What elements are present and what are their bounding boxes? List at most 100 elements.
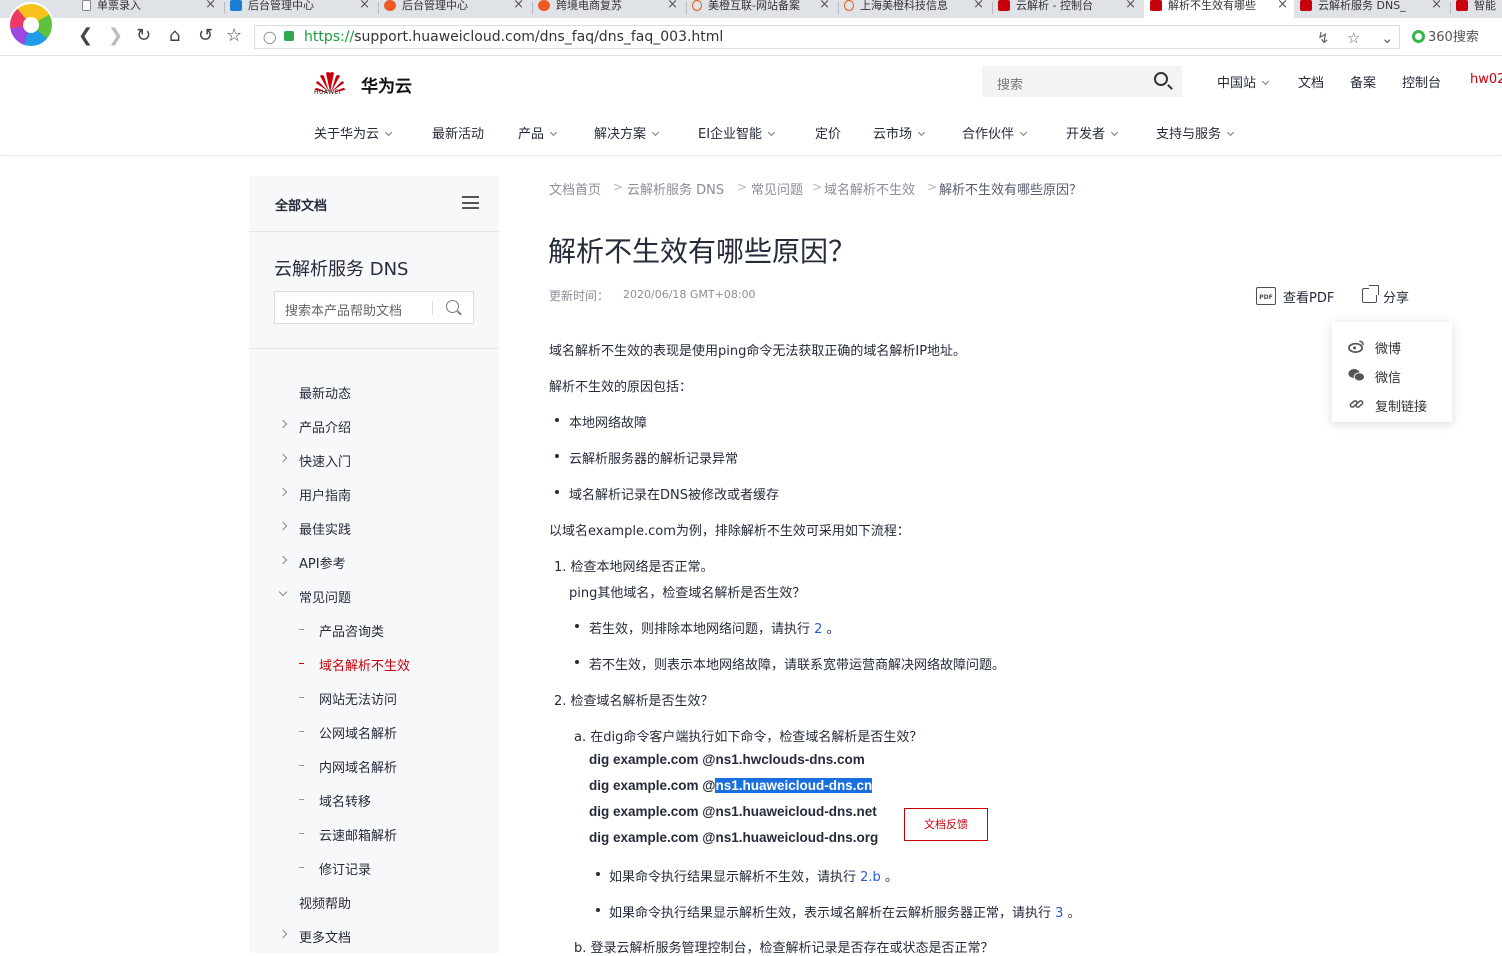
docs-link[interactable]: 文档 — [1298, 72, 1324, 91]
all-docs-label[interactable]: 全部文档 — [275, 195, 327, 214]
browser-tab[interactable]: 美橙互联-网站备案 × — [692, 0, 836, 18]
browser-tab-active[interactable]: 解析不生效有哪些 × — [1144, 0, 1294, 18]
nav-support[interactable]: 支持与服务 — [1156, 123, 1235, 142]
browser-tab-bar: 单票录入 × 后台管理中心 × 后台管理中心 × 跨境电商复苏 × 美橙互联-网站备案 ×… — [0, 0, 1502, 18]
chevron-down-icon[interactable]: ⌄ — [1381, 29, 1394, 47]
menu-icon[interactable] — [462, 196, 479, 209]
undo-close-button[interactable]: ↺ — [198, 26, 213, 46]
sidebar-item-faq[interactable]: 常见问题 — [299, 587, 351, 606]
search-engine-button[interactable]: 360搜索 — [1412, 26, 1479, 45]
browser-tab[interactable]: 云解析 - 控制台 × — [998, 0, 1142, 18]
close-icon[interactable]: × — [359, 0, 370, 11]
nav-solutions[interactable]: 解决方案 — [594, 123, 660, 142]
brand-name[interactable]: 华为云 — [361, 72, 412, 97]
forward-button[interactable]: ❯ — [108, 26, 123, 46]
sidebar-item-quickstart[interactable]: 快速入门 — [299, 451, 351, 470]
nav-products[interactable]: 产品 — [518, 123, 558, 142]
pdf-icon[interactable]: PDF — [1256, 287, 1276, 305]
browser-tab[interactable]: 云解析服务 DNS_ × — [1300, 0, 1448, 18]
view-pdf-button[interactable]: 查看PDF — [1283, 287, 1334, 306]
share-wechat[interactable]: 微信 — [1332, 363, 1452, 387]
close-icon[interactable]: × — [819, 0, 830, 11]
sidebar-item-user-guide[interactable]: 用户指南 — [299, 485, 351, 504]
sidebar-item-api[interactable]: API参考 — [299, 553, 346, 572]
back-button[interactable]: ❮ — [78, 26, 93, 46]
console-link[interactable]: 控制台 — [1402, 72, 1441, 91]
site-search-input[interactable]: 搜索 — [982, 66, 1182, 97]
step-link[interactable]: 2 — [814, 622, 822, 637]
breadcrumb-product[interactable]: 云解析服务 DNS — [627, 179, 724, 198]
filing-link[interactable]: 备案 — [1350, 72, 1376, 91]
site-favicon-icon — [230, 0, 242, 11]
nav-partners[interactable]: 合作伙伴 — [962, 123, 1028, 142]
selected-text: ns1.huaweicloud-dns.cn — [715, 778, 873, 793]
close-icon[interactable]: × — [513, 0, 524, 11]
huawei-favicon-icon — [1456, 0, 1468, 11]
region-selector[interactable]: 中国站 — [1217, 72, 1270, 91]
sidebar-item-intro[interactable]: 产品介绍 — [299, 417, 351, 436]
intro-paragraph: 域名解析不生效的表现是使用ping命令无法获取正确的域名解析IP地址。 — [549, 344, 967, 359]
breadcrumb-faq[interactable]: 常见问题 — [751, 179, 803, 198]
home-button[interactable]: ⌂ — [169, 26, 180, 46]
reasons-heading: 解析不生效的原因包括： — [549, 380, 693, 395]
search-icon[interactable] — [1154, 72, 1168, 86]
chevron-down-icon[interactable] — [278, 587, 288, 597]
step-link[interactable]: 2.b — [860, 870, 881, 885]
browser-tab[interactable]: 后台管理中心 × — [384, 0, 530, 18]
sidebar-subitem[interactable]: 域名转移 — [319, 791, 371, 810]
nav-pricing[interactable]: 定价 — [815, 123, 841, 142]
user-account-link[interactable]: hw02 — [1470, 72, 1502, 87]
sidebar-item-videos[interactable]: 视频帮助 — [299, 893, 351, 912]
sidebar-item-best-practice[interactable]: 最佳实践 — [299, 519, 351, 538]
browser-tab[interactable]: 上海美橙科技信息 × — [844, 0, 990, 18]
browser-tab[interactable]: 后台管理中心 × — [230, 0, 376, 18]
nav-marketplace[interactable]: 云市场 — [873, 123, 926, 142]
chevron-right-icon[interactable] — [278, 555, 288, 565]
sidebar-item-updates[interactable]: 最新动态 — [299, 383, 351, 402]
chevron-right-icon[interactable] — [278, 929, 288, 939]
breadcrumb-category[interactable]: 域名解析不生效 — [824, 179, 915, 198]
chevron-right-icon[interactable] — [278, 453, 288, 463]
lightning-icon[interactable]: ↯ — [1317, 29, 1330, 47]
favorite-star-icon[interactable]: ☆ — [226, 26, 242, 46]
close-icon[interactable]: × — [1431, 0, 1442, 11]
refresh-button[interactable]: ↻ — [136, 26, 151, 46]
sidebar-item-more-docs[interactable]: 更多文档 — [299, 927, 351, 946]
sidebar-subitem[interactable]: 网站无法访问 — [319, 689, 397, 708]
product-search-input[interactable]: 搜索本产品帮助文档 — [274, 291, 474, 324]
sidebar-subitem[interactable]: 内网域名解析 — [319, 757, 397, 776]
nav-about[interactable]: 关于华为云 — [314, 123, 393, 142]
browser-logo-icon[interactable] — [8, 2, 54, 48]
chevron-right-icon[interactable] — [278, 487, 288, 497]
search-icon[interactable] — [446, 300, 459, 313]
breadcrumb-home[interactable]: 文档首页 — [549, 179, 601, 198]
close-icon[interactable]: × — [973, 0, 984, 11]
close-icon[interactable]: × — [667, 0, 678, 11]
link-icon — [1349, 400, 1364, 408]
doc-feedback-button[interactable]: 文档反馈 — [904, 808, 988, 841]
chevron-right-icon[interactable] — [278, 419, 288, 429]
sidebar-subitem[interactable]: 公网域名解析 — [319, 723, 397, 742]
sidebar-subitem[interactable]: 修订记录 — [319, 859, 371, 878]
browser-tab[interactable]: 跨境电商复苏 × — [538, 0, 684, 18]
close-icon[interactable]: × — [1277, 0, 1288, 11]
browser-tab[interactable]: 智能 — [1456, 0, 1502, 18]
sidebar-subitem[interactable]: 产品咨询类 — [319, 621, 384, 640]
share-weibo[interactable]: 微博 — [1332, 334, 1452, 358]
sidebar-subitem[interactable]: 云速邮箱解析 — [319, 825, 397, 844]
bookmark-star-icon[interactable]: ☆ — [1347, 29, 1360, 47]
close-icon[interactable]: × — [1125, 0, 1136, 11]
nav-developers[interactable]: 开发者 — [1066, 123, 1119, 142]
browser-tab[interactable]: 单票录入 × — [82, 0, 222, 18]
step-link[interactable]: 3 — [1055, 906, 1063, 921]
share-icon[interactable] — [1362, 285, 1379, 303]
chevron-right-icon[interactable] — [278, 521, 288, 531]
lock-icon — [284, 31, 294, 41]
share-copy-link[interactable]: 复制链接 — [1332, 392, 1452, 416]
nav-ei[interactable]: EI企业智能 — [698, 123, 776, 142]
close-icon[interactable]: × — [205, 0, 216, 11]
url-input[interactable]: ◯ https://support.huaweicloud.com/dns_fa… — [254, 25, 1400, 49]
sidebar-subitem-active[interactable]: 域名解析不生效 — [319, 655, 410, 674]
nav-activities[interactable]: 最新活动 — [432, 123, 484, 142]
share-button[interactable]: 分享 — [1383, 287, 1409, 306]
